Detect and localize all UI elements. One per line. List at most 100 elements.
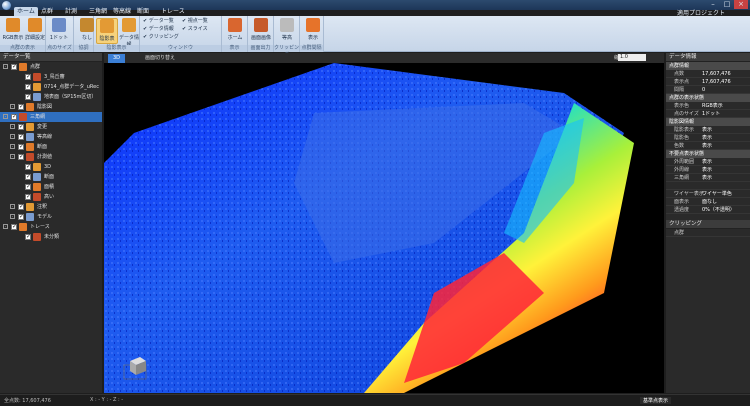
visibility-checkbox[interactable] bbox=[11, 222, 17, 232]
property-key: 点数 bbox=[674, 71, 685, 77]
visibility-checkbox[interactable] bbox=[11, 112, 17, 122]
property-value: 表示 bbox=[702, 143, 713, 149]
layer-icon bbox=[33, 163, 41, 171]
property-section[interactable]: 点群情報 bbox=[666, 62, 750, 70]
checkbox-label: クリッピング bbox=[148, 34, 179, 40]
visibility-checkbox[interactable] bbox=[25, 172, 31, 182]
property-section[interactable]: 陰影図情報 bbox=[666, 118, 750, 126]
expand-toggle-icon[interactable]: - bbox=[3, 64, 8, 69]
visibility-checkbox[interactable] bbox=[18, 142, 24, 152]
checkbox-label: 視点一覧 bbox=[187, 18, 208, 24]
tree-item[interactable]: - 三角網 bbox=[0, 112, 102, 122]
tree-item-label: 断面 bbox=[44, 174, 55, 180]
ribbon-button[interactable]: データ情報 bbox=[118, 18, 140, 48]
tree-item[interactable]: 面積 bbox=[0, 182, 102, 192]
tree-item[interactable]: - モデル bbox=[0, 212, 102, 222]
ribbon-group-label: 陰影表示 bbox=[94, 45, 139, 52]
expand-toggle-icon[interactable]: - bbox=[10, 134, 15, 139]
viewport-tabs: 3D 画面切り替え 縮尺倍率 1.0 bbox=[104, 53, 664, 63]
tree-item[interactable]: - 計測値 bbox=[0, 152, 102, 162]
tree-item[interactable]: 0714_点群データ_uRec bbox=[0, 82, 102, 92]
ribbon-button-label: 詳細設定 bbox=[24, 35, 45, 41]
tab-3d[interactable]: 3D bbox=[108, 54, 126, 63]
visibility-checkbox[interactable] bbox=[25, 92, 31, 102]
ribbon-button[interactable]: 表示 bbox=[302, 18, 324, 44]
expand-toggle-icon[interactable]: - bbox=[10, 154, 15, 159]
expand-toggle-icon[interactable]: - bbox=[10, 214, 15, 219]
visibility-checkbox[interactable] bbox=[25, 182, 31, 192]
tab-view-switch[interactable]: 画面切り替え bbox=[140, 54, 180, 63]
tree-item[interactable]: - 注釈 bbox=[0, 202, 102, 212]
ribbon-button[interactable]: 詳細設定 bbox=[24, 18, 46, 44]
window-checkbox[interactable]: ✔ 視点一覧 bbox=[182, 18, 208, 25]
mode-indicator[interactable]: 基準点表示 bbox=[640, 397, 672, 404]
visibility-checkbox[interactable] bbox=[25, 232, 31, 242]
visibility-checkbox[interactable] bbox=[25, 82, 31, 92]
tree-item[interactable]: 3_鳥丘審 bbox=[0, 72, 102, 82]
ribbon-group-label: 点群の表示 bbox=[0, 45, 45, 52]
tree-item[interactable]: - 断面 bbox=[0, 142, 102, 152]
visibility-checkbox[interactable] bbox=[11, 62, 17, 72]
panel-title: データ一覧 bbox=[0, 53, 102, 62]
tree-item[interactable]: - 点群 bbox=[0, 62, 102, 72]
tree-item[interactable]: - トレース bbox=[0, 222, 102, 232]
visibility-checkbox[interactable] bbox=[25, 162, 31, 172]
ribbon-tab[interactable]: ホーム bbox=[14, 7, 38, 16]
tree-item-label: 面積 bbox=[44, 184, 55, 190]
tree-item[interactable]: - 変更 bbox=[0, 122, 102, 132]
expand-toggle-icon[interactable]: - bbox=[10, 104, 15, 109]
tree-item[interactable]: 未分類 bbox=[0, 232, 102, 242]
checkbox-label: スライス bbox=[187, 26, 208, 32]
ribbon-tab[interactable]: トレース bbox=[158, 7, 188, 16]
tree-item[interactable]: - 陰影図 bbox=[0, 102, 102, 112]
tree-item[interactable]: 高い bbox=[0, 192, 102, 202]
expand-toggle-icon[interactable]: - bbox=[3, 224, 8, 229]
scale-input[interactable]: 1.0 bbox=[618, 54, 646, 61]
ribbon-group-label: 点のサイズ bbox=[46, 45, 73, 52]
property-section[interactable]: 不要点表示状態 bbox=[666, 150, 750, 158]
ribbon-button[interactable]: 1ドット bbox=[48, 18, 70, 44]
3d-viewport[interactable]: 3D 画面切り替え 縮尺倍率 1.0 bbox=[104, 53, 664, 393]
visibility-checkbox[interactable] bbox=[18, 122, 24, 132]
ribbon-button[interactable]: ホーム bbox=[224, 18, 246, 44]
ribbon-tab[interactable]: 三角網 bbox=[86, 7, 110, 16]
visibility-checkbox[interactable] bbox=[25, 72, 31, 82]
ribbon-tab[interactable]: 点群 bbox=[38, 7, 56, 16]
visibility-checkbox[interactable] bbox=[18, 212, 24, 222]
window-checkbox[interactable]: ✔ データ情報 bbox=[143, 26, 174, 33]
ribbon-group-label: クリッピング bbox=[274, 45, 300, 58]
expand-toggle-icon[interactable]: - bbox=[10, 204, 15, 209]
ribbon-tab[interactable]: 断面 bbox=[134, 7, 152, 16]
tree-item[interactable]: - 等高線 bbox=[0, 132, 102, 142]
visibility-checkbox[interactable] bbox=[18, 152, 24, 162]
property-key: 陰影表示 bbox=[674, 127, 695, 133]
ribbon-button[interactable]: 等高 bbox=[276, 18, 298, 44]
property-value: 表示 bbox=[702, 135, 713, 141]
ribbon-button[interactable]: 画面画像 bbox=[250, 18, 272, 44]
visibility-checkbox[interactable] bbox=[25, 192, 31, 202]
ribbon-tab[interactable]: 計測 bbox=[62, 7, 80, 16]
ribbon-button[interactable]: 陰影表 bbox=[96, 18, 118, 44]
layer-icon bbox=[26, 103, 34, 111]
window-checkbox[interactable]: ✔ スライス bbox=[182, 26, 208, 33]
window-checkbox[interactable]: ✔ データ一覧 bbox=[143, 18, 174, 25]
expand-toggle-icon[interactable]: - bbox=[10, 144, 15, 149]
expand-toggle-icon[interactable]: - bbox=[3, 114, 8, 119]
ribbon-button[interactable]: RGB表示 bbox=[2, 18, 24, 44]
clipping-item[interactable]: 点群 bbox=[666, 229, 750, 237]
tree-item[interactable]: 3D bbox=[0, 162, 102, 172]
ribbon-tab[interactable]: 等高線 bbox=[110, 7, 134, 16]
visibility-checkbox[interactable] bbox=[18, 102, 24, 112]
visibility-checkbox[interactable] bbox=[18, 132, 24, 142]
tree-item[interactable]: 断面 bbox=[0, 172, 102, 182]
property-row: ワイヤー表示 ワイヤー単色 bbox=[666, 190, 750, 198]
layer-icon bbox=[26, 153, 34, 161]
expand-toggle-icon[interactable]: - bbox=[10, 124, 15, 129]
property-value: 面なし bbox=[702, 199, 718, 205]
tree-item[interactable]: 地表面（SP15m区切） bbox=[0, 92, 102, 102]
ribbon-group-label: 画面出力 bbox=[248, 45, 273, 52]
property-row: 間隔 0 bbox=[666, 86, 750, 94]
window-checkbox[interactable]: ✔ クリッピング bbox=[143, 34, 179, 41]
property-section[interactable]: 点群の表示状態 bbox=[666, 94, 750, 102]
visibility-checkbox[interactable] bbox=[18, 202, 24, 212]
